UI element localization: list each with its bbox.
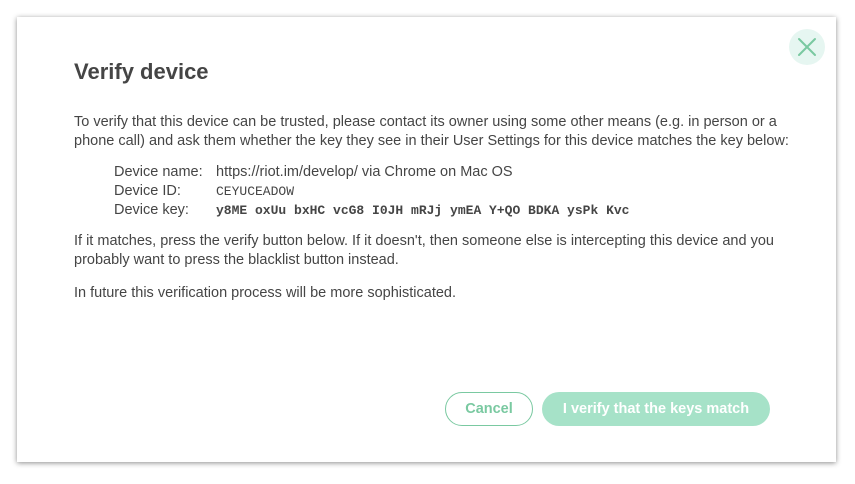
verify-device-dialog: Verify device To verify that this device… <box>17 17 836 462</box>
device-name-row: Device name: https://riot.im/develop/ vi… <box>114 163 789 182</box>
device-name-label: Device name: <box>114 164 203 180</box>
device-id-row: Device ID: CEYUCEADOW <box>114 182 789 201</box>
device-key-value: y8ME oxUu bxHC vcG8 I0JH mRJj ymEA Y+QO … <box>216 203 630 218</box>
device-key-row: Device key: y8ME oxUu bxHC vcG8 I0JH mRJ… <box>114 201 789 220</box>
device-info-list: Device name: https://riot.im/develop/ vi… <box>114 163 789 220</box>
future-note: In future this verification process will… <box>74 285 457 301</box>
dialog-title: Verify device <box>74 59 209 84</box>
device-key-label: Device key: <box>114 202 189 218</box>
dialog-content: To verify that this device can be truste… <box>74 113 789 303</box>
verify-keys-button[interactable]: I verify that the keys match <box>542 392 770 426</box>
close-icon <box>798 38 816 56</box>
cancel-button[interactable]: Cancel <box>445 392 533 426</box>
device-name-value: https://riot.im/develop/ via Chrome on M… <box>216 164 513 180</box>
close-button[interactable] <box>789 29 825 65</box>
match-instructions: If it matches, press the verify button b… <box>74 233 774 268</box>
intro-text: To verify that this device can be truste… <box>74 114 789 149</box>
device-id-value: CEYUCEADOW <box>216 184 295 199</box>
device-id-label: Device ID: <box>114 183 181 199</box>
